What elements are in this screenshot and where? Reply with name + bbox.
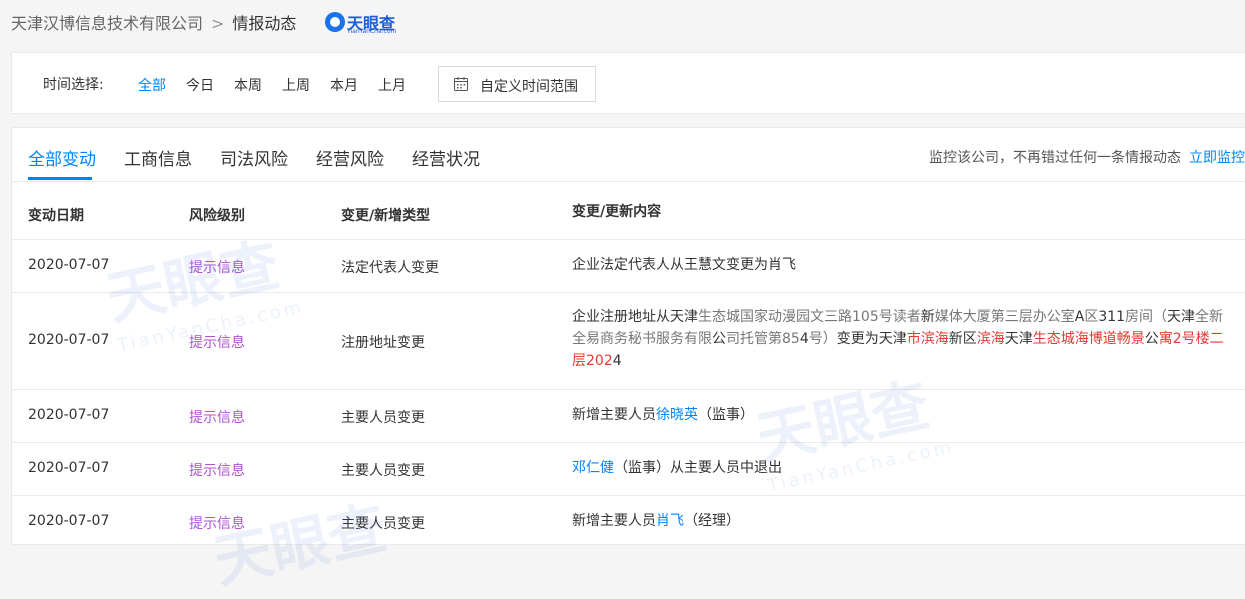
content-text: 天津 xyxy=(1167,309,1196,325)
content-text: 新增主要人员 xyxy=(572,407,656,423)
content-text: 天津 xyxy=(1004,331,1033,347)
time-filter-label: 时间选择: xyxy=(43,77,104,93)
content-text: 4 xyxy=(799,331,809,347)
content-text: 企业注册地址从天津 xyxy=(572,309,698,325)
content-text: 4 xyxy=(612,353,622,369)
table-row: 2020-07-07 提示信息 主要人员变更 邓仁健（监事）从主要人员中退出 xyxy=(12,442,1245,496)
content-text: 生态城国家动漫园文三路105号读者 xyxy=(698,309,921,325)
row-content: 新增主要人员肖飞（经理） xyxy=(572,510,1232,532)
tab-operation-status[interactable]: 经营状况 xyxy=(412,145,480,170)
content-text: 公 xyxy=(712,331,726,347)
table-row: 2020-07-07 提示信息 主要人员变更 新增主要人员徐晓英（监事） xyxy=(12,389,1245,443)
table-row: 2020-07-07 提示信息 法定代表人变更 企业法定代表人从王慧文变更为肖飞 xyxy=(12,239,1245,293)
logo-mark-icon xyxy=(325,12,345,32)
person-link[interactable]: 徐晓英 xyxy=(656,407,698,423)
filter-option-today[interactable]: 今日 xyxy=(186,75,214,95)
header-risk: 风险级别 xyxy=(189,208,245,224)
row-risk-level[interactable]: 提示信息 xyxy=(189,460,245,480)
tab-bar: 全部变动 工商信息 司法风险 经营风险 经营状况 监控该公司，不再错过任何一条情… xyxy=(12,128,1245,182)
content-text: 区 xyxy=(1084,309,1099,325)
table-row: 2020-07-07 提示信息 注册地址变更 企业注册地址从天津生态城国家动漫园… xyxy=(12,292,1245,390)
row-risk-level[interactable]: 提示信息 xyxy=(189,257,245,277)
calendar-icon xyxy=(454,77,468,91)
breadcrumb: 天津汉博信息技术有限公司 > 情报动态 xyxy=(11,10,296,34)
logo-sub: TianYanCha.com xyxy=(347,28,397,35)
content-text: 变更为天津 xyxy=(836,331,907,347)
content-text: A xyxy=(1074,309,1085,325)
row-date: 2020-07-07 xyxy=(28,257,110,273)
tab-operation-risk[interactable]: 经营风险 xyxy=(316,145,384,170)
content-text: （经理） xyxy=(684,513,740,529)
monitor-text: 监控该公司，不再错过任何一条情报动态 xyxy=(929,150,1181,166)
filter-option-all[interactable]: 全部 xyxy=(138,75,166,95)
tab-all-changes[interactable]: 全部变动 xyxy=(28,145,96,170)
content-text: 滨海 xyxy=(976,331,1005,347)
row-risk-level[interactable]: 提示信息 xyxy=(189,513,245,533)
tab-business-info[interactable]: 工商信息 xyxy=(124,145,192,170)
header-type: 变更/新增类型 xyxy=(341,208,431,224)
time-filter-bar: 时间选择: 全部 今日 本周 上周 本月 上月 自定义时间范围 xyxy=(11,52,1245,114)
row-content: 新增主要人员徐晓英（监事） xyxy=(572,404,1232,426)
header-content: 变更/更新内容 xyxy=(572,204,662,220)
person-link[interactable]: 邓仁健 xyxy=(572,460,614,476)
top-bar: 天津汉博信息技术有限公司 > 情报动态 天眼查 TianYanCha.com xyxy=(0,0,1245,44)
breadcrumb-company[interactable]: 天津汉博信息技术有限公司 xyxy=(11,14,203,33)
row-content: 企业法定代表人从王慧文变更为肖飞 xyxy=(572,254,1232,276)
row-change-type: 主要人员变更 xyxy=(341,463,425,479)
row-date: 2020-07-07 xyxy=(28,332,110,348)
row-date: 2020-07-07 xyxy=(28,513,110,529)
content-text: 房间（ xyxy=(1125,309,1168,325)
content-text: （监事）从主要人员中退出 xyxy=(614,460,782,476)
content-text: 企业法定代表人从王慧文变更为肖飞 xyxy=(572,257,796,273)
monitor-prompt: 监控该公司，不再错过任何一条情报动态 立即监控 xyxy=(929,147,1245,167)
content-text: 司托管第85 xyxy=(726,331,800,347)
table-row: 2020-07-07 提示信息 主要人员变更 新增主要人员肖飞（经理） xyxy=(12,495,1245,548)
content-text: 311 xyxy=(1098,309,1126,325)
row-content: 企业注册地址从天津生态城国家动漫园文三路105号读者新媒体大厦第三层办公室A区3… xyxy=(572,306,1224,372)
row-risk-level[interactable]: 提示信息 xyxy=(189,332,245,352)
filter-option-this-month[interactable]: 本月 xyxy=(330,75,358,95)
content-text: 新增主要人员 xyxy=(572,513,656,529)
tab-judicial-risk[interactable]: 司法风险 xyxy=(220,145,288,170)
content-text: 市滨海 xyxy=(906,331,949,347)
row-date: 2020-07-07 xyxy=(28,407,110,423)
content-text: 新区 xyxy=(948,331,977,347)
filter-option-this-week[interactable]: 本周 xyxy=(234,75,262,95)
row-content: 邓仁健（监事）从主要人员中退出 xyxy=(572,457,1232,479)
row-change-type: 法定代表人变更 xyxy=(341,260,439,276)
custom-range-button[interactable]: 自定义时间范围 xyxy=(438,66,596,102)
row-date: 2020-07-07 xyxy=(28,460,110,476)
custom-range-label: 自定义时间范围 xyxy=(480,79,578,95)
row-change-type: 主要人员变更 xyxy=(341,516,425,532)
filter-option-last-week[interactable]: 上周 xyxy=(282,75,310,95)
table-header: 变动日期 风险级别 变更/新增类型 变更/更新内容 xyxy=(12,181,1245,240)
monitor-now-link[interactable]: 立即监控 xyxy=(1189,150,1245,166)
content-text: 公 xyxy=(1144,331,1159,347)
header-date: 变动日期 xyxy=(28,208,84,224)
changes-panel: 全部变动 工商信息 司法风险 经营风险 经营状况 监控该公司，不再错过任何一条情… xyxy=(11,127,1245,596)
content-text: 媒体大厦第三层办公室 xyxy=(934,309,1075,325)
row-change-type: 主要人员变更 xyxy=(341,410,425,426)
active-tab-indicator xyxy=(28,177,92,180)
person-link[interactable]: 肖飞 xyxy=(656,513,684,529)
content-text: （监事） xyxy=(698,407,754,423)
row-change-type: 注册地址变更 xyxy=(341,335,425,351)
row-risk-level[interactable]: 提示信息 xyxy=(189,407,245,427)
content-text: 新 xyxy=(920,309,935,325)
breadcrumb-current: 情报动态 xyxy=(232,14,297,33)
filter-option-last-month[interactable]: 上月 xyxy=(378,75,406,95)
content-text: 号） xyxy=(808,331,837,347)
content-text: 生态城海博道畅景 xyxy=(1032,331,1145,347)
breadcrumb-separator-icon: > xyxy=(211,14,225,33)
